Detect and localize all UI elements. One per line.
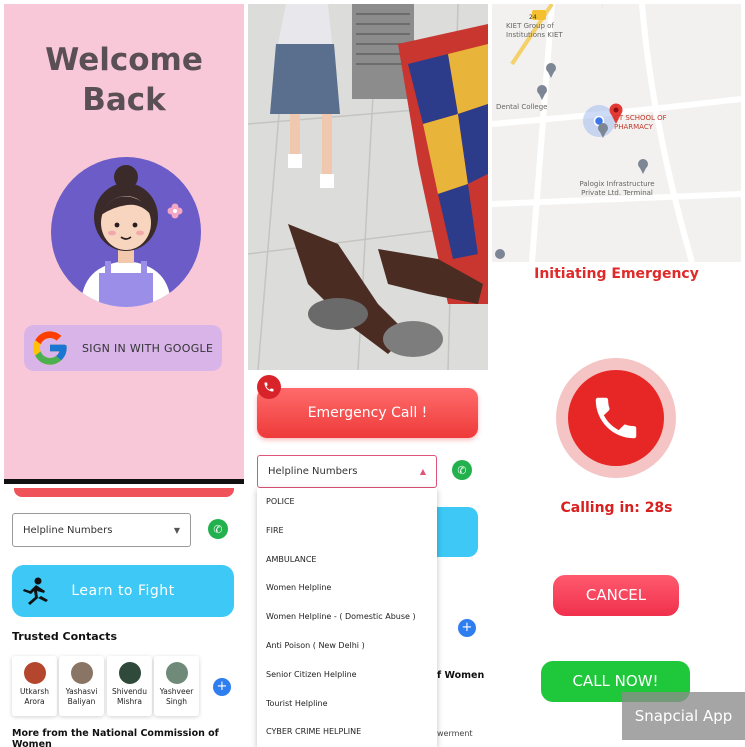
map-label-dental: Dental College xyxy=(496,103,548,111)
dropdown-option[interactable]: Senior Citizen Helpline xyxy=(257,661,437,690)
helpline-select-value: Helpline Numbers xyxy=(268,466,358,477)
collage: Welcome Back SIGN IN WITH GOOGLE Helplin… xyxy=(0,0,745,747)
contact-card[interactable]: Yashasvi Baliyan xyxy=(59,656,104,716)
helpline-select-value: Helpline Numbers xyxy=(23,524,113,536)
welcome-screen: Welcome Back SIGN IN WITH GOOGLE xyxy=(4,4,244,484)
watermark: Snapcial App xyxy=(622,692,745,740)
initiating-emergency-text: Initiating Emergency xyxy=(534,266,699,282)
learn-to-fight-button[interactable]: Learn to Fight xyxy=(12,565,234,617)
google-signin-button[interactable]: SIGN IN WITH GOOGLE xyxy=(24,325,222,371)
google-signin-label: SIGN IN WITH GOOGLE xyxy=(82,341,214,355)
learn-to-fight-label: Learn to Fight xyxy=(71,583,175,599)
avatar xyxy=(70,662,93,684)
helpline-dropdown-menu: POLICE FIRE AMBULANCE Women Helpline Wom… xyxy=(257,488,437,747)
dropdown-option[interactable]: Anti Poison ( New Delhi ) xyxy=(257,632,437,661)
map-label-palogix: Palogix Infrastructure Private Ltd. Term… xyxy=(579,180,655,197)
contact-name: Yashasvi Baliyan xyxy=(65,687,98,706)
location-map[interactable]: 24 KIET Group of Institutions KIET Denta… xyxy=(492,4,741,262)
add-contact-button[interactable]: + xyxy=(213,678,231,696)
contact-name: Shivendu Mishra xyxy=(112,687,147,706)
home-screen: Helpline Numbers ▼ ✆ Learn to Fight Trus… xyxy=(4,488,244,747)
welcome-title: Welcome Back xyxy=(4,40,244,120)
dropdown-option[interactable]: FIRE xyxy=(257,517,437,546)
phone-icon xyxy=(257,375,281,399)
add-contact-button[interactable]: + xyxy=(458,619,476,637)
emergency-call-button[interactable]: Emergency Call ! xyxy=(257,388,478,438)
empowerment-fragment: werment xyxy=(437,729,473,738)
dropdown-option[interactable]: POLICE xyxy=(257,488,437,517)
dropdown-option[interactable]: Women Helpline xyxy=(257,574,437,603)
whatsapp-call-icon[interactable]: ✆ xyxy=(208,519,228,539)
contact-card[interactable]: Utkarsh Arora xyxy=(12,656,57,716)
chevron-up-icon: ▲ xyxy=(419,467,426,476)
avatar xyxy=(23,662,46,684)
google-icon xyxy=(33,331,67,365)
emergency-button-edge[interactable] xyxy=(14,488,234,497)
whatsapp-call-icon[interactable]: ✆ xyxy=(452,460,472,480)
ncw-section-title: More from the National Commission of Wom… xyxy=(12,728,219,747)
contact-card[interactable]: Shivendu Mishra xyxy=(107,656,152,716)
welcome-title-line2: Back xyxy=(82,82,166,118)
cancel-button[interactable]: CANCEL xyxy=(553,575,679,616)
map-label-kiet: KIET Group of Institutions KIET xyxy=(506,22,563,39)
dropdown-option[interactable]: Women Helpline - ( Domestic Abuse ) xyxy=(257,603,437,632)
chevron-down-icon: ▼ xyxy=(173,525,180,535)
emergency-call-label: Emergency Call ! xyxy=(307,405,428,421)
phone-icon xyxy=(568,370,664,466)
contact-name: Utkarsh Arora xyxy=(20,687,49,706)
helpline-select-open[interactable]: Helpline Numbers ▲ xyxy=(257,455,437,488)
dropdown-option[interactable]: AMBULANCE xyxy=(257,546,437,575)
dropdown-option[interactable]: CYBER CRIME HELPLINE xyxy=(257,718,437,747)
avatar xyxy=(118,662,141,684)
dropdown-option[interactable]: Tourist Helpline xyxy=(257,690,437,719)
avatar-illustration xyxy=(51,157,201,307)
learn-to-fight-button-edge[interactable] xyxy=(437,507,478,557)
avatar xyxy=(165,662,188,684)
helpline-select[interactable]: Helpline Numbers ▼ xyxy=(12,513,191,547)
map-label-school: CT SCHOOL OF PHARMACY xyxy=(614,114,667,131)
ncw-title-fragment: f Women xyxy=(437,670,485,681)
calling-countdown: Calling in: 28s xyxy=(560,500,673,516)
contact-card[interactable]: Yashveer Singh xyxy=(154,656,199,716)
contact-name: Yashveer Singh xyxy=(159,687,194,706)
welcome-title-line1: Welcome xyxy=(45,42,203,78)
road-number-label: 24 xyxy=(529,14,537,21)
trusted-contacts-title: Trusted Contacts xyxy=(12,630,117,643)
scene-photo xyxy=(248,4,488,370)
calling-indicator xyxy=(556,358,676,478)
